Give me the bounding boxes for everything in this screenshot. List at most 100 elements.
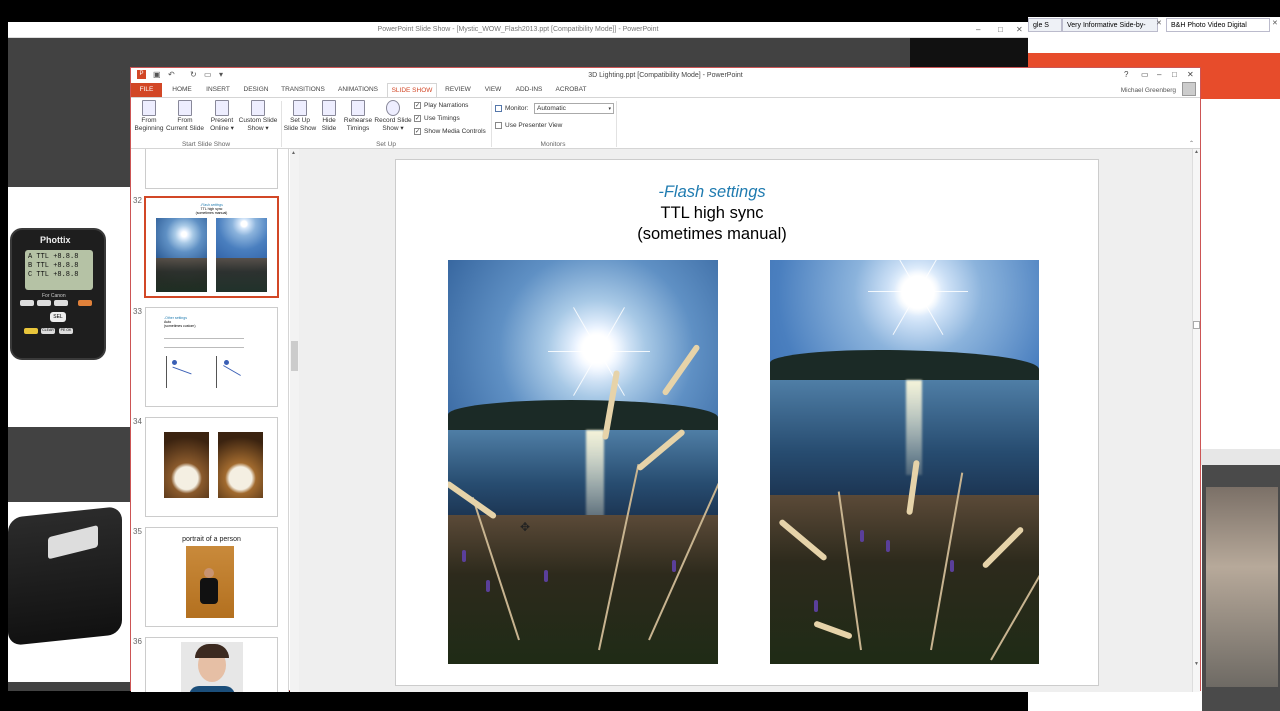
slide-number: 32 [133,196,142,205]
monitor-select[interactable]: Automatic ▾ [534,103,614,114]
checkbox-label: Use Timings [424,115,460,123]
scroll-up-icon[interactable]: ▲ [291,150,296,156]
use-presenter-view-checkbox[interactable]: Use Presenter View [495,122,562,130]
thumb-text: portrait of a person [182,536,241,543]
custom-slide-show-button[interactable]: Custom Slide Show ▾ [237,100,279,133]
user-name[interactable]: Michael Greenberg [1121,87,1176,94]
tab-review[interactable]: REVIEW [442,83,474,97]
undo-icon[interactable]: ↶ [168,70,175,79]
phottix-trigger-image: Phottix A TTL +8.8.8 B TTL +8.8.8 C TTL … [10,228,106,360]
slide-thumbnail-selected[interactable]: -Flash settings TTL high sync (sometimes… [144,196,279,298]
tab-close-icon[interactable]: ✕ [1156,19,1162,27]
tab-add-ins[interactable]: ADD-INS [512,83,546,97]
slide-number: 35 [133,527,142,536]
photo-lake [448,430,718,520]
browser-tab[interactable]: Very Informative Side-by- [1062,18,1158,32]
slide-thumbnail[interactable]: -Other settings Auto (sometimes custom) [145,307,278,407]
slide-photo-left[interactable]: ✥ [448,260,718,664]
use-timings-checkbox[interactable]: ✓ Use Timings [414,115,460,123]
ribbon-display-icon[interactable]: ▭ [1141,70,1149,79]
present-online-button[interactable]: Present Online ▾ [207,100,237,133]
slide-title: -Flash settings [658,183,766,201]
collapse-ribbon-icon[interactable]: ⌃ [1189,140,1194,147]
start-icon[interactable]: ▭ [204,70,212,79]
tab-view[interactable]: VIEW [479,83,507,97]
button-label: Show ▾ [382,125,404,132]
device-button [20,300,34,306]
set-up-slide-show-button[interactable]: Set Up Slide Show [283,100,317,133]
scroll-down-icon[interactable]: ▼ [1194,661,1199,667]
bg-maximize-button[interactable]: □ [998,25,1003,34]
button-label: Rehearse [343,117,373,124]
browser-tab[interactable]: gle S [1028,18,1062,32]
record-slide-show-button[interactable]: Record Slide Show ▾ [374,100,412,133]
slide-thumbnail[interactable] [145,149,278,189]
thumb-photo [186,546,234,618]
thumb-photo [218,432,263,498]
tab-home[interactable]: HOME [167,83,197,97]
hide-slide-icon [322,100,336,116]
group-label: Start Slide Show [181,141,231,148]
thumb-photo-detail [195,644,229,658]
slide-thumbnail[interactable] [145,637,278,692]
photo-flower [544,570,548,582]
group-divider [491,101,492,147]
rehearse-timings-button[interactable]: Rehearse Timings [342,100,374,133]
thumb-diagram [223,365,241,376]
slide-thumbnail[interactable]: portrait of a person [145,527,278,627]
avatar[interactable] [1182,82,1196,96]
minimize-button[interactable]: – [1157,70,1161,79]
thumb-body-text [164,338,244,348]
device-button [78,300,92,306]
button-label: From [141,117,157,124]
browser-tab-active[interactable]: B&H Photo Video Digital [1166,18,1270,32]
tab-design[interactable]: DESIGN [239,83,273,97]
button-label: Record Slide [374,117,412,124]
slide-thumbnail-pane: 32 -Flash settings TTL high sync (someti… [131,149,289,692]
bg-close-button[interactable]: ✕ [1016,25,1023,34]
thumb-diagram [216,356,217,388]
slide-thumbnail[interactable] [145,417,278,517]
from-beginning-button[interactable]: From Beginning [133,100,165,133]
from-current-slide-button[interactable]: From Current Slide [165,100,205,133]
help-icon[interactable]: ? [1124,70,1128,79]
scrollbar-thumb[interactable] [291,341,298,371]
monitor-value: Automatic [537,105,566,112]
tab-animations[interactable]: ANIMATIONS [334,83,382,97]
tab-acrobat[interactable]: ACROBAT [551,83,591,97]
thumbnail-scrollbar[interactable]: ▲ [290,149,299,692]
show-media-controls-checkbox[interactable]: ✓ Show Media Controls [414,128,486,136]
close-button[interactable]: ✕ [1187,70,1194,79]
slideshow-icon [178,100,192,116]
bg-minimize-button[interactable]: – [976,25,980,34]
photo-grass-plume [661,343,701,397]
current-slide[interactable]: -Flash settings TTL high sync (sometimes… [395,159,1099,686]
tab-title: B&H Photo Video Digital [1171,22,1247,29]
maximize-button[interactable]: □ [1172,70,1177,79]
photo-flower [886,540,890,552]
slide-scrollbar[interactable]: ▲ ▼ [1192,149,1200,692]
play-narrations-checkbox[interactable]: ✓ Play Narrations [414,102,468,110]
tab-close-icon[interactable]: ✕ [1272,19,1278,27]
scroll-up-icon[interactable]: ▲ [1194,149,1199,155]
customize-icon[interactable]: ▾ [219,70,223,79]
device-peok-button: PE OK [59,328,73,334]
slide-number: 34 [133,417,142,426]
photo-flower [486,580,490,592]
tab-file[interactable]: FILE [131,83,162,97]
hide-slide-button[interactable]: Hide Slide [318,100,340,133]
monitor-label: Monitor: [495,105,528,113]
mouse-cursor-icon: ✥ [520,520,531,534]
scrollbar-thumb[interactable] [1193,321,1200,329]
button-label: Current Slide [166,125,204,132]
device-brand: Phottix [40,235,71,245]
thumb-diagram [224,360,229,365]
slide-photo-right[interactable] [770,260,1039,664]
tab-slide-show[interactable]: SLIDE SHOW [387,83,437,97]
redo-icon[interactable]: ↻ [190,70,197,79]
save-icon[interactable]: ▣ [153,70,161,79]
device-clear-button: CLEAR [41,328,55,334]
tab-insert[interactable]: INSERT [202,83,234,97]
tab-transitions[interactable]: TRANSITIONS [278,83,328,97]
photo-flower [462,550,466,562]
